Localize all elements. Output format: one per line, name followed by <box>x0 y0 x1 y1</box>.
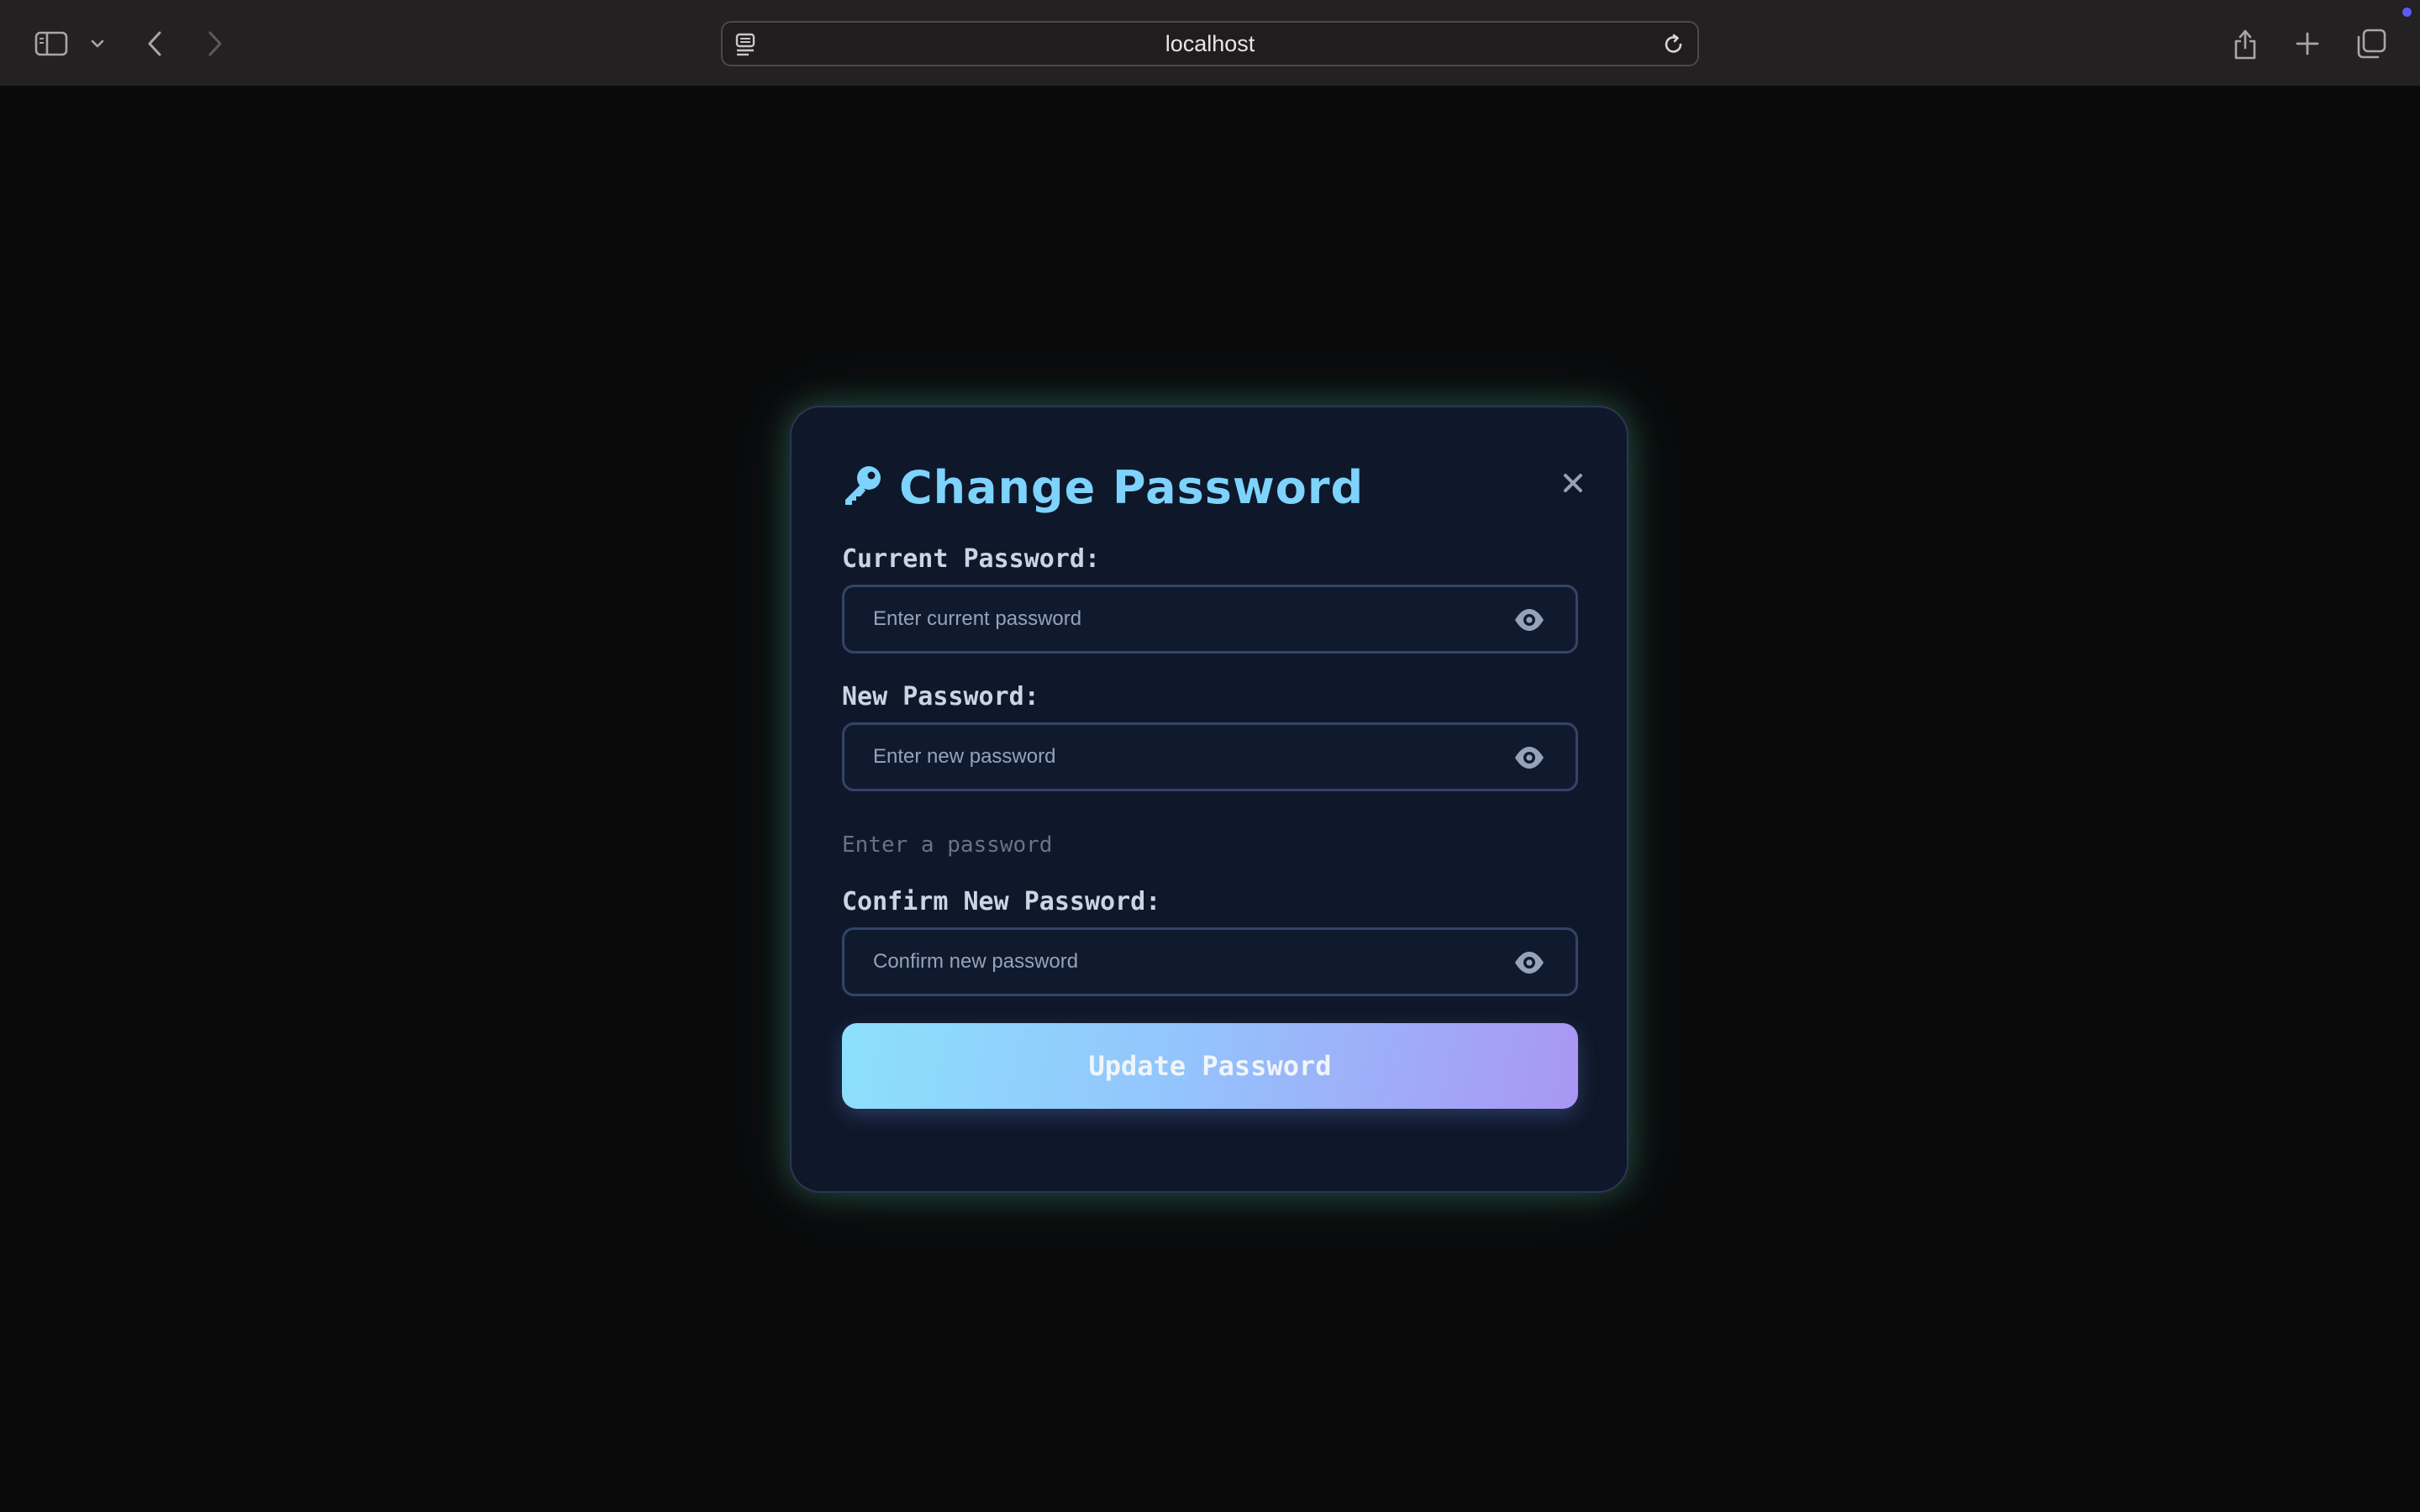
change-password-modal: Change Password Current Password: New Pa… <box>790 406 1628 1193</box>
current-password-field[interactable] <box>842 585 1578 654</box>
update-password-button[interactable]: Update Password <box>842 1023 1578 1109</box>
tab-overview-icon[interactable] <box>2354 20 2388 67</box>
chevron-down-icon[interactable] <box>87 20 108 67</box>
new-password-label: New Password: <box>842 682 1039 711</box>
eye-icon[interactable] <box>1513 606 1545 638</box>
forward-icon[interactable] <box>202 20 229 67</box>
reload-icon[interactable] <box>1662 33 1686 60</box>
notification-dot <box>2402 8 2412 17</box>
modal-header: Change Password <box>842 458 1364 517</box>
address-bar[interactable]: localhost <box>721 21 1699 66</box>
share-icon[interactable] <box>2230 20 2260 67</box>
key-icon <box>842 465 882 511</box>
sidebar-toggle-icon[interactable] <box>32 20 71 67</box>
new-password-field[interactable] <box>842 722 1578 791</box>
password-strength-hint: Enter a password <box>842 832 1053 858</box>
confirm-password-label: Confirm New Password: <box>842 887 1161 916</box>
confirm-password-input[interactable] <box>844 930 1500 994</box>
browser-toolbar: localhost <box>0 0 2420 87</box>
eye-icon[interactable] <box>1513 743 1545 776</box>
new-tab-icon[interactable] <box>2292 20 2323 67</box>
eye-icon[interactable] <box>1513 948 1545 981</box>
modal-title: Change Password <box>899 460 1365 514</box>
current-password-input[interactable] <box>844 587 1500 651</box>
close-button[interactable] <box>1549 459 1597 507</box>
new-password-input[interactable] <box>844 725 1500 789</box>
confirm-password-field[interactable] <box>842 927 1578 996</box>
back-icon[interactable] <box>141 20 168 67</box>
close-icon <box>1564 474 1582 492</box>
current-password-label: Current Password: <box>842 544 1101 574</box>
url-text[interactable]: localhost <box>723 23 1697 65</box>
